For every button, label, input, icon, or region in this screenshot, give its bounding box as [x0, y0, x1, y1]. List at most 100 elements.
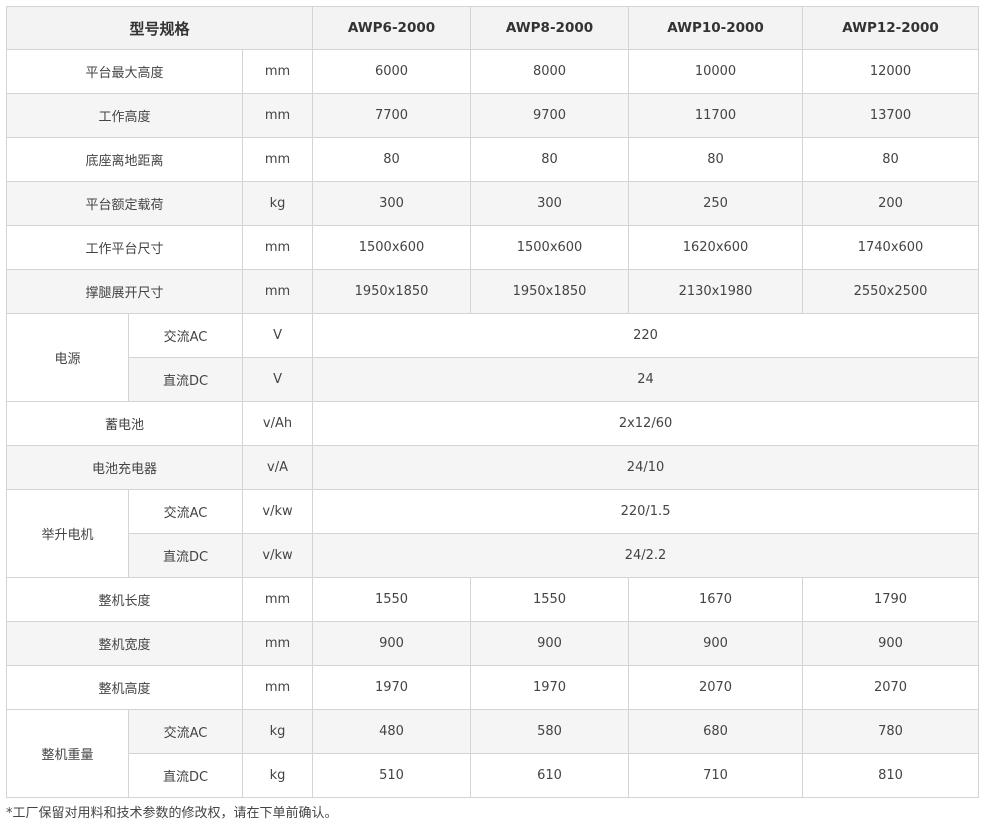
sub-label: 直流DC	[128, 357, 243, 402]
table-row: 工作平台尺寸 mm 1500x600 1500x600 1620x600 174…	[6, 225, 980, 270]
row-label: 平台最大高度	[6, 49, 243, 94]
row-value: 10000	[628, 49, 804, 94]
row-value: 12000	[802, 49, 980, 94]
row-value: 24	[312, 357, 980, 402]
header-title: 型号规格	[5, 6, 314, 50]
row-value: 7700	[312, 93, 472, 138]
row-value: 80	[312, 137, 472, 182]
row-value: 220/1.5	[312, 489, 980, 534]
row-value: 1670	[628, 577, 804, 622]
row-value: 780	[802, 709, 980, 754]
row-unit: mm	[241, 665, 314, 710]
table-row: 整机高度 mm 1970 1970 2070 2070	[6, 665, 980, 710]
row-label: 底座离地距离	[6, 137, 243, 182]
row-unit: kg	[241, 709, 314, 754]
row-label: 电池充电器	[6, 445, 243, 490]
model-header: AWP10-2000	[628, 6, 804, 50]
table-row: 电源 交流AC V 220	[6, 313, 980, 402]
row-unit: mm	[241, 577, 314, 622]
row-label: 工作平台尺寸	[6, 225, 243, 270]
row-value: 900	[628, 621, 804, 666]
row-value: 610	[470, 753, 630, 798]
sub-label: 交流AC	[128, 313, 243, 358]
row-value: 1970	[470, 665, 630, 710]
table-row: 整机重量 交流AC kg 480 580 680 780	[6, 709, 980, 798]
group-label-power: 电源	[6, 313, 129, 402]
row-value: 2070	[628, 665, 804, 710]
row-value: 6000	[312, 49, 472, 94]
sub-label: 交流AC	[128, 709, 243, 754]
row-value: 80	[628, 137, 804, 182]
row-value: 2x12/60	[312, 401, 980, 446]
row-value: 80	[802, 137, 980, 182]
table-row: 撑腿展开尺寸 mm 1950x1850 1950x1850 2130x1980 …	[6, 269, 980, 314]
row-value: 1790	[802, 577, 980, 622]
row-value: 200	[802, 181, 980, 226]
row-value: 1620x600	[628, 225, 804, 270]
row-unit: v/A	[241, 445, 314, 490]
row-unit: kg	[241, 181, 314, 226]
sub-label: 直流DC	[128, 753, 243, 798]
row-value: 300	[312, 181, 472, 226]
group-label-motor: 举升电机	[6, 489, 129, 578]
table-row: 底座离地距离 mm 80 80 80 80	[6, 137, 980, 182]
row-value: 80	[470, 137, 630, 182]
table-row: 整机宽度 mm 900 900 900 900	[6, 621, 980, 666]
row-unit: V	[241, 357, 314, 402]
model-header: AWP6-2000	[312, 6, 472, 50]
table-row: 工作高度 mm 7700 9700 11700 13700	[6, 93, 980, 138]
row-value: 1500x600	[312, 225, 472, 270]
row-unit: mm	[241, 269, 314, 314]
row-value: 24/2.2	[312, 533, 980, 578]
row-value: 1950x1850	[470, 269, 630, 314]
row-value: 2070	[802, 665, 980, 710]
table-row: 整机长度 mm 1550 1550 1670 1790	[6, 577, 980, 622]
row-value: 300	[470, 181, 630, 226]
row-value: 1550	[470, 577, 630, 622]
row-unit: mm	[241, 93, 314, 138]
row-value: 900	[470, 621, 630, 666]
row-value: 710	[628, 753, 804, 798]
table-row: 平台最大高度 mm 6000 8000 10000 12000	[6, 49, 980, 94]
row-value: 8000	[470, 49, 630, 94]
row-value: 24/10	[312, 445, 980, 490]
table-row: 直流DC V 24	[7, 357, 980, 402]
row-unit: V	[241, 313, 314, 358]
table-row: 直流DC kg 510 610 710 810	[7, 753, 980, 798]
model-header: AWP12-2000	[802, 6, 980, 50]
table-row: 电池充电器 v/A 24/10	[6, 445, 980, 490]
row-label: 整机长度	[6, 577, 243, 622]
row-value: 11700	[628, 93, 804, 138]
row-unit: v/Ah	[241, 401, 314, 446]
table-row: 平台额定载荷 kg 300 300 250 200	[6, 181, 980, 226]
row-label: 平台额定载荷	[6, 181, 243, 226]
row-label: 整机宽度	[6, 621, 243, 666]
row-value: 9700	[470, 93, 630, 138]
row-unit: mm	[241, 49, 314, 94]
row-value: 1550	[312, 577, 472, 622]
group-label-weight: 整机重量	[6, 709, 129, 798]
row-unit: v/kw	[241, 489, 314, 534]
row-unit: mm	[241, 621, 314, 666]
row-label: 工作高度	[6, 93, 243, 138]
row-label: 蓄电池	[6, 401, 243, 446]
row-value: 1970	[312, 665, 472, 710]
row-value: 810	[802, 753, 980, 798]
spec-table-container: 型号规格 AWP6-2000 AWP8-2000 AWP10-2000 AWP1…	[5, 6, 980, 798]
row-value: 2130x1980	[628, 269, 804, 314]
row-value: 1740x600	[802, 225, 980, 270]
row-value: 13700	[802, 93, 980, 138]
sub-label: 直流DC	[128, 533, 243, 578]
row-value: 1950x1850	[312, 269, 472, 314]
row-value: 1500x600	[470, 225, 630, 270]
table-row: 直流DC v/kw 24/2.2	[7, 533, 980, 578]
row-unit: mm	[241, 137, 314, 182]
row-value: 680	[628, 709, 804, 754]
table-row: 举升电机 交流AC v/kw 220/1.5	[6, 489, 980, 578]
row-unit: mm	[241, 225, 314, 270]
footnote: *工厂保留对用料和技术参数的修改权，请在下单前确认。	[6, 806, 338, 821]
model-header: AWP8-2000	[470, 6, 630, 50]
row-value: 220	[312, 313, 980, 358]
table-row: 蓄电池 v/Ah 2x12/60	[6, 401, 980, 446]
row-value: 250	[628, 181, 804, 226]
